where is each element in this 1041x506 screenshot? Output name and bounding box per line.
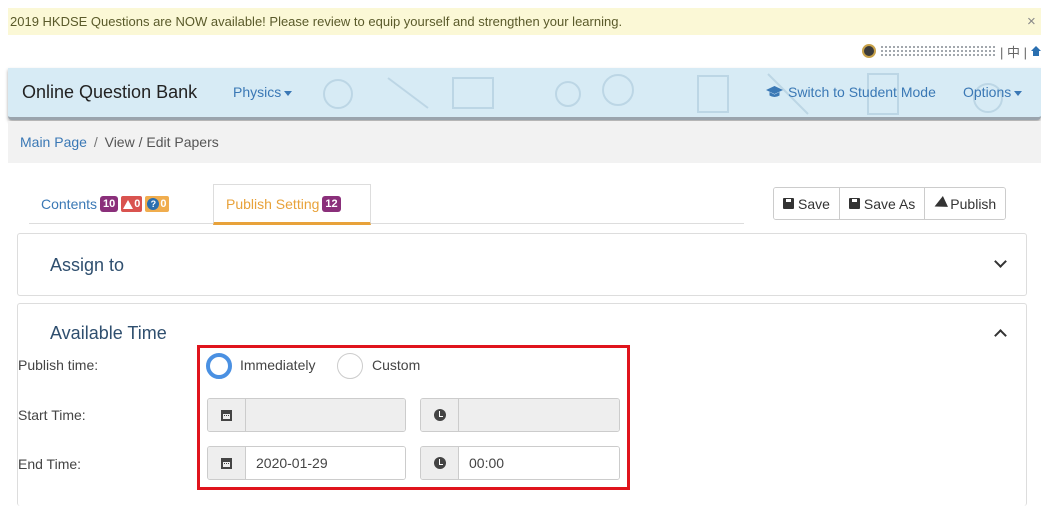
clock-icon	[433, 457, 446, 469]
avatar[interactable]	[862, 44, 877, 58]
username-redacted	[880, 45, 997, 57]
chevron-down-icon[interactable]	[994, 255, 1007, 268]
calendar-icon-addon[interactable]	[208, 447, 246, 479]
publish-count-badge: 12	[322, 195, 341, 212]
question-badge: ? 0	[145, 196, 169, 212]
warning-count: 0	[134, 198, 141, 210]
subject-dropdown[interactable]: Physics	[233, 84, 293, 100]
start-time-input	[420, 398, 620, 432]
switch-mode-label: Switch to Student Mode	[788, 84, 936, 100]
calendar-icon-addon	[208, 399, 246, 431]
assign-panel[interactable]: Assign to	[17, 233, 1027, 296]
save-as-button[interactable]: Save As	[839, 188, 926, 219]
radio-custom-label[interactable]: Custom	[372, 357, 420, 373]
subject-label: Physics	[233, 84, 282, 100]
breadcrumb-separator: /	[93, 134, 98, 150]
graduation-cap-icon	[766, 86, 783, 97]
clock-icon-addon	[421, 399, 459, 431]
tab-bar: Contents 10 0 ? 0 Publish Setting 12	[29, 184, 744, 225]
save-button[interactable]: Save	[774, 188, 840, 219]
paper-plane-icon	[932, 195, 949, 212]
contents-count-badge: 10	[100, 196, 119, 212]
announcement-bar: 2019 HKDSE Questions are NOW available! …	[8, 8, 1041, 35]
tab-publish-setting[interactable]: Publish Setting 12	[213, 184, 371, 225]
app-title[interactable]: Online Question Bank	[22, 82, 197, 103]
question-icon: ?	[147, 198, 160, 210]
language-switch[interactable]: | 中 |	[1000, 42, 1027, 61]
end-date-field[interactable]: 2020-01-29	[246, 447, 405, 479]
close-icon[interactable]: ×	[1027, 8, 1041, 35]
breadcrumb-current: View / Edit Papers	[104, 134, 219, 150]
end-time-field[interactable]: 00:00	[459, 447, 619, 479]
home-icon[interactable]	[1031, 45, 1041, 57]
end-time-label: End Time:	[18, 456, 82, 472]
warning-icon	[123, 199, 134, 209]
warning-badge: 0	[121, 196, 143, 212]
clock-icon-addon[interactable]	[421, 447, 459, 479]
save-as-label: Save As	[863, 195, 916, 212]
question-count: 0	[160, 198, 167, 210]
breadcrumb: Main Page / View / Edit Papers	[8, 121, 1041, 163]
caret-down-icon	[1014, 90, 1023, 96]
calendar-icon	[221, 457, 232, 469]
tab-publish-label: Publish Setting	[226, 195, 320, 212]
end-time-input[interactable]: 00:00	[420, 446, 620, 480]
end-date-input[interactable]: 2020-01-29	[207, 446, 406, 480]
top-navbar: Online Question Bank Physics Switch to S…	[8, 68, 1041, 120]
start-date-field	[246, 399, 405, 431]
start-date-input	[207, 398, 406, 432]
radio-custom[interactable]	[337, 353, 363, 379]
announcement-text: 2019 HKDSE Questions are NOW available! …	[10, 14, 623, 29]
caret-down-icon	[284, 90, 293, 96]
breadcrumb-main-page[interactable]: Main Page	[20, 134, 87, 150]
chevron-up-icon[interactable]	[994, 329, 1007, 342]
radio-immediately-label[interactable]: Immediately	[240, 357, 315, 373]
assign-title: Assign to	[50, 255, 125, 275]
floppy-icon	[848, 198, 860, 209]
publish-time-label: Publish time:	[18, 357, 99, 373]
floppy-icon	[783, 198, 794, 209]
clock-icon	[433, 409, 446, 421]
switch-student-mode-link[interactable]: Switch to Student Mode	[766, 84, 936, 100]
start-time-label: Start Time:	[18, 407, 86, 423]
radio-immediately[interactable]	[206, 353, 232, 379]
calendar-icon	[221, 409, 232, 421]
action-button-group: Save Save As Publish	[773, 187, 1007, 220]
tab-contents[interactable]: Contents 10 0 ? 0	[29, 184, 181, 224]
user-bar: | 中 |	[862, 41, 1041, 61]
tab-contents-label: Contents	[41, 196, 98, 212]
publish-label: Publish	[950, 195, 997, 212]
options-label: Options	[963, 84, 1012, 100]
start-time-field	[459, 399, 619, 431]
save-label: Save	[798, 195, 830, 212]
options-dropdown[interactable]: Options	[963, 84, 1023, 100]
publish-button[interactable]: Publish	[925, 188, 1006, 219]
available-time-title: Available Time	[50, 323, 167, 343]
